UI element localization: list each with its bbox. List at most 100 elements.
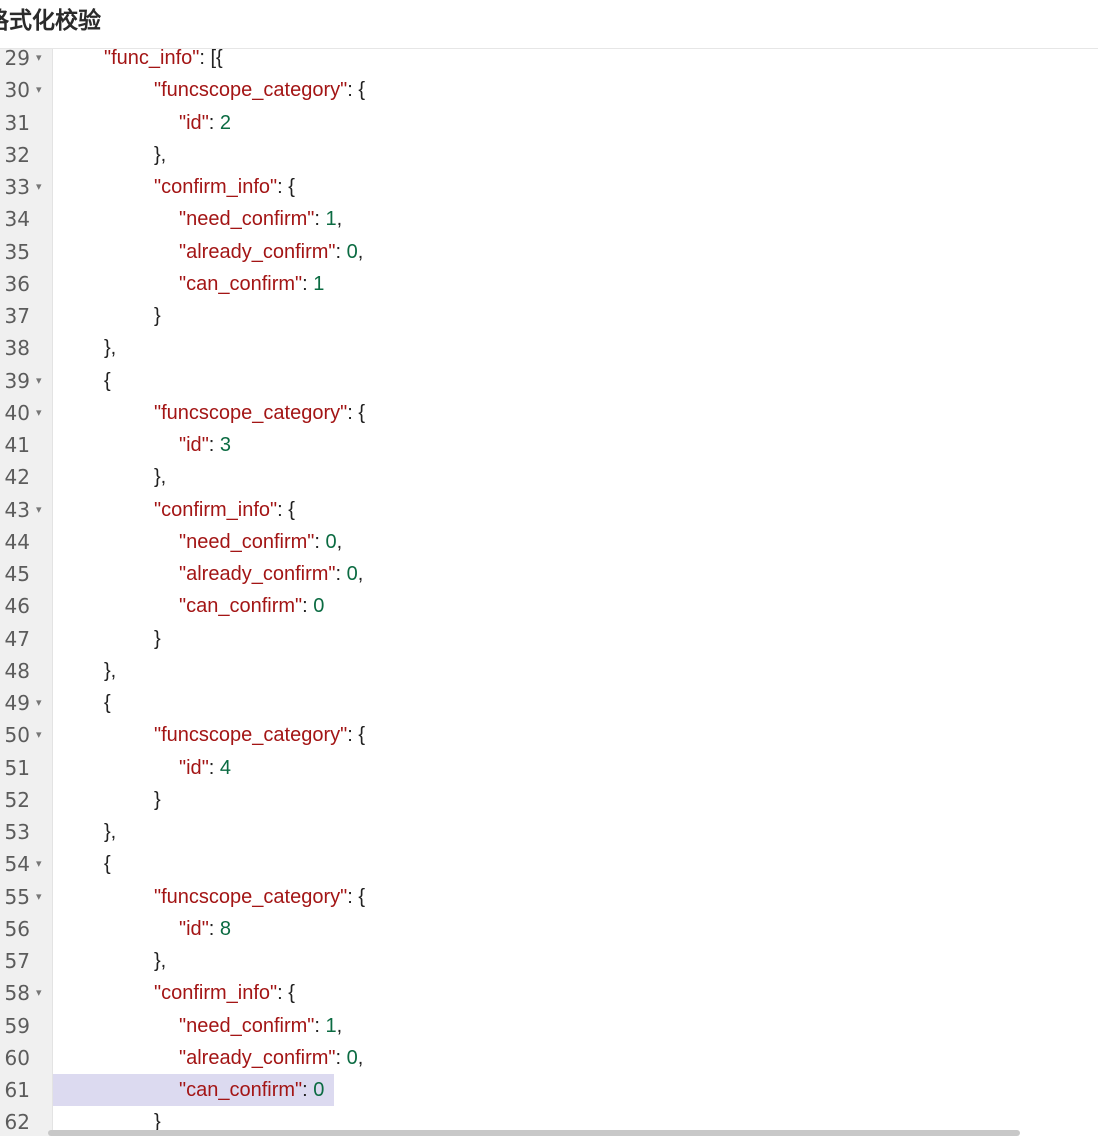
json-key: func_info — [111, 48, 193, 69]
punctuation: : — [335, 240, 347, 263]
code-line[interactable]: 42}, — [0, 461, 1098, 493]
json-key: funcscope_category — [161, 79, 341, 102]
code-line[interactable]: 48}, — [0, 655, 1098, 687]
punctuation: }, — [154, 143, 167, 166]
code-line[interactable]: 32}, — [0, 139, 1098, 171]
code-text: } — [154, 623, 161, 655]
code-line[interactable]: 34 "need_confirm": 1, — [0, 203, 1098, 235]
code-text: "need_confirm": 1, — [179, 1014, 343, 1037]
code-line[interactable]: 36 "can_confirm": 1 — [0, 268, 1098, 300]
code-line[interactable]: 35 "already_confirm": 0, — [0, 236, 1098, 268]
code-line[interactable]: 46 "can_confirm": 0 — [0, 590, 1098, 622]
code-line[interactable]: 31 "id": 2 — [0, 107, 1098, 139]
code-line[interactable]: 43 ▾ "confirm_info": { — [0, 494, 1098, 526]
code-line[interactable]: 33 ▾ "confirm_info": { — [0, 171, 1098, 203]
punctuation: : { — [347, 885, 366, 908]
punctuation: { — [104, 369, 111, 392]
code-line[interactable]: 60 "already_confirm": 0, — [0, 1042, 1098, 1074]
json-code-editor[interactable]: 29 ▾ "func_info": [{30 ▾ "funcscope_category… — [0, 48, 1098, 1136]
punctuation: : { — [277, 982, 295, 1005]
code-line[interactable]: 41 "id": 3 — [0, 429, 1098, 461]
triangle-down-icon[interactable]: ▾ — [36, 848, 42, 880]
code-line[interactable]: 47} — [0, 623, 1098, 655]
code-line[interactable]: 56 "id": 8 — [0, 913, 1098, 945]
punctuation: : — [335, 563, 347, 585]
horizontal-scrollbar[interactable] — [48, 1130, 1020, 1136]
code-line[interactable]: 40 ▾ "funcscope_category": { — [0, 397, 1098, 429]
code-text: { — [104, 687, 111, 719]
code-line[interactable]: 30 ▾ "funcscope_category": { — [0, 74, 1098, 106]
json-key: confirm_info — [161, 176, 271, 198]
line-number: 45 — [4, 562, 30, 586]
line-number: 57 — [4, 949, 30, 973]
line-number: 29 — [4, 48, 30, 70]
punctuation: , — [357, 563, 364, 585]
code-line[interactable]: 53}, — [0, 816, 1098, 848]
punctuation: : { — [347, 401, 366, 424]
code-text: "need_confirm": 1, — [179, 208, 343, 231]
triangle-down-icon[interactable]: ▾ — [36, 171, 42, 203]
punctuation: }, — [154, 950, 167, 972]
code-text: }, — [104, 816, 116, 848]
code-line[interactable]: 38}, — [0, 332, 1098, 364]
json-key: already_confirm — [186, 563, 329, 585]
code-text: "funcscope_category": { — [154, 79, 366, 102]
json-key: confirm_info — [161, 498, 271, 521]
code-text: }, — [154, 139, 166, 171]
code-text: "can_confirm": 0 — [179, 595, 325, 618]
code-line-active[interactable]: 61 "can_confirm": 0 — [0, 1074, 1098, 1107]
punctuation: : — [302, 272, 314, 295]
code-text: "already_confirm": 0, — [179, 1046, 364, 1069]
code-line[interactable]: 49 ▾ { — [0, 687, 1098, 719]
line-number: 35 — [4, 239, 30, 264]
code-line[interactable]: 50 ▾ "funcscope_category": { — [0, 719, 1098, 751]
punctuation: : — [208, 111, 220, 134]
code-line[interactable]: 54 ▾ { — [0, 848, 1098, 880]
triangle-down-icon[interactable]: ▾ — [36, 494, 42, 526]
code-line[interactable]: 57}, — [0, 945, 1098, 977]
code-text: { — [104, 365, 111, 397]
punctuation: : { — [347, 724, 366, 747]
triangle-down-icon[interactable]: ▾ — [36, 74, 42, 106]
code-line[interactable]: 51 "id": 4 — [0, 752, 1098, 784]
code-text: "already_confirm": 0, — [179, 240, 364, 263]
json-number-value: 0 — [313, 595, 325, 618]
code-line[interactable]: 45 "already_confirm": 0, — [0, 558, 1098, 590]
punctuation: : — [335, 1046, 347, 1069]
punctuation: }, — [104, 659, 117, 682]
triangle-down-icon[interactable]: ▾ — [36, 48, 42, 74]
code-text: "func_info": [{ — [104, 48, 223, 69]
line-number: 56 — [4, 916, 30, 941]
code-text: "id": 8 — [179, 917, 232, 940]
triangle-down-icon[interactable]: ▾ — [36, 397, 42, 429]
punctuation: { — [104, 853, 111, 876]
line-number: 43 — [4, 497, 30, 522]
code-text: }, — [154, 461, 166, 493]
punctuation: : { — [277, 498, 295, 521]
triangle-down-icon[interactable]: ▾ — [36, 977, 42, 1009]
line-number: 47 — [4, 626, 30, 651]
punctuation: : { — [347, 79, 366, 102]
punctuation: } — [154, 305, 161, 327]
punctuation: }, — [104, 821, 117, 843]
triangle-down-icon[interactable]: ▾ — [36, 687, 42, 719]
code-lines: 29 ▾ "func_info": [{30 ▾ "funcscope_category… — [0, 48, 1098, 1136]
code-text: "funcscope_category": { — [154, 401, 366, 424]
triangle-down-icon[interactable]: ▾ — [36, 881, 42, 913]
line-number: 36 — [4, 271, 30, 296]
code-line[interactable]: 58 ▾ "confirm_info": { — [0, 977, 1098, 1009]
triangle-down-icon[interactable]: ▾ — [36, 719, 42, 751]
code-text: }, — [154, 945, 166, 977]
code-line[interactable]: 55 ▾ "funcscope_category": { — [0, 881, 1098, 913]
code-line[interactable]: 59 "need_confirm": 1, — [0, 1010, 1098, 1042]
code-line[interactable]: 52} — [0, 784, 1098, 816]
code-text: "funcscope_category": { — [154, 724, 366, 747]
triangle-down-icon[interactable]: ▾ — [36, 365, 42, 397]
code-line[interactable]: 29 ▾ "func_info": [{ — [0, 48, 1098, 74]
code-line[interactable]: 44 "need_confirm": 0, — [0, 526, 1098, 558]
json-key: id — [186, 434, 202, 456]
code-line[interactable]: 39 ▾ { — [0, 365, 1098, 397]
json-key: funcscope_category — [161, 885, 341, 908]
code-line[interactable]: 37} — [0, 300, 1098, 332]
punctuation: { — [104, 692, 111, 714]
